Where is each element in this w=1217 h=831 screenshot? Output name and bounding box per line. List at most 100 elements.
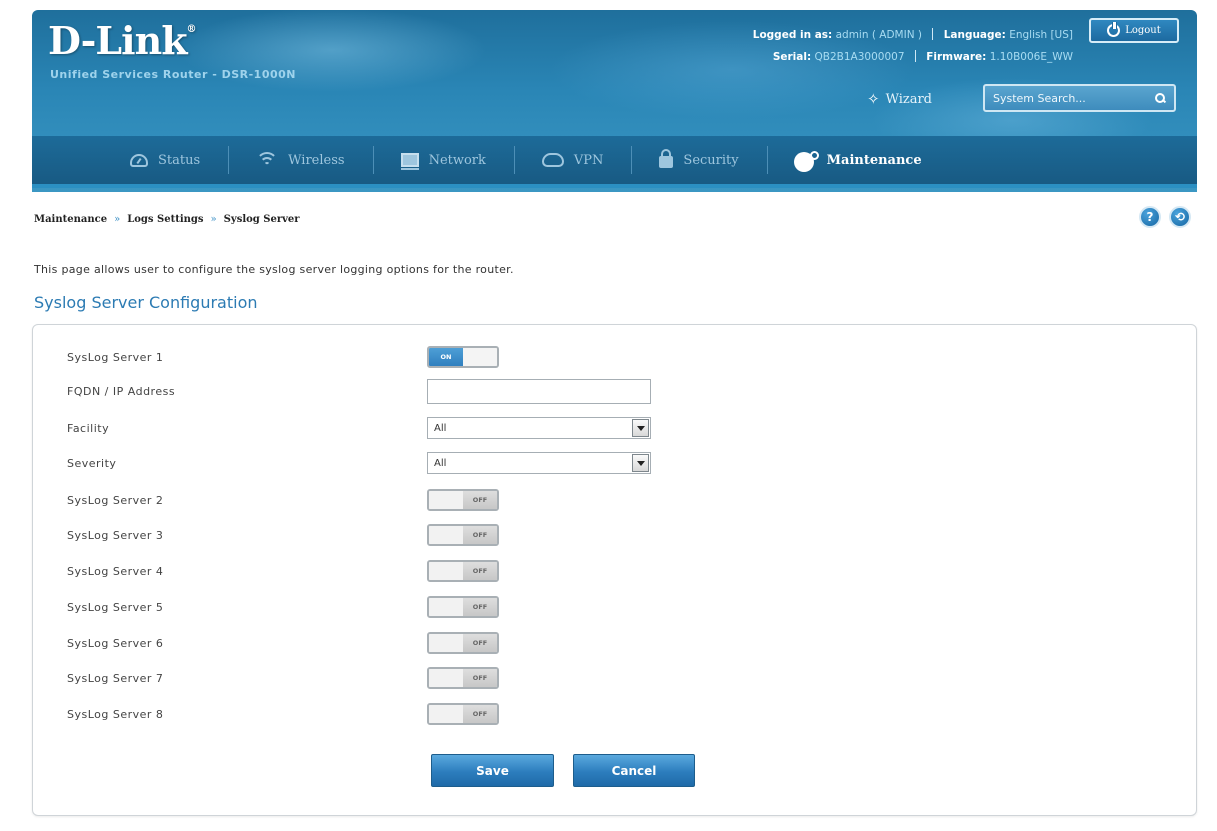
breadcrumb-arrow-icon: » — [210, 214, 217, 225]
serial-label: Serial: — [772, 51, 812, 63]
field-label: Severity — [67, 456, 117, 470]
firmware-label: Firmware: — [926, 51, 987, 63]
nav-wireless[interactable]: Wireless — [228, 134, 372, 186]
language-label: Language: — [943, 29, 1006, 41]
form-row-server8: SysLog Server 8 OFF — [67, 703, 499, 725]
breadcrumb-current: Syslog Server — [223, 214, 300, 225]
nav-network[interactable]: Network — [372, 134, 514, 186]
nav-status[interactable]: Status — [102, 134, 228, 186]
field-label: SysLog Server 4 — [67, 564, 164, 578]
config-panel: SysLog Server 1 ON FQDN / IP Address Fac… — [32, 324, 1197, 816]
toggle-on-part — [429, 705, 463, 723]
breadcrumb-item[interactable]: Maintenance — [34, 214, 107, 225]
search-input[interactable] — [993, 91, 1155, 105]
nav-maintenance[interactable]: Maintenance — [766, 134, 950, 186]
field-label: SysLog Server 6 — [67, 636, 164, 650]
form-row-severity: Severity All — [67, 452, 651, 474]
form-row-fqdn: FQDN / IP Address — [67, 378, 651, 404]
server5-toggle[interactable]: OFF — [427, 596, 499, 618]
field-label: SysLog Server 5 — [67, 600, 164, 614]
select-value: All — [434, 457, 447, 469]
breadcrumb-item[interactable]: Logs Settings — [127, 214, 203, 225]
network-icon — [400, 153, 419, 170]
refresh-icon[interactable]: ⟲ — [1169, 206, 1191, 228]
dlink-logo: D-Link® — [48, 18, 197, 63]
toggle-state: OFF — [463, 669, 497, 687]
nav-label: Status — [158, 152, 201, 168]
search-icon[interactable] — [1155, 92, 1166, 104]
nav-vpn[interactable]: VPN — [513, 134, 632, 186]
toggle-on-part — [429, 562, 463, 580]
form-row-server2: SysLog Server 2 OFF — [67, 489, 499, 511]
server8-toggle[interactable]: OFF — [427, 703, 499, 725]
severity-select[interactable]: All — [427, 452, 651, 474]
field-label: SysLog Server 3 — [67, 528, 164, 542]
form-row-server5: SysLog Server 5 OFF — [67, 596, 499, 618]
language-value[interactable]: English [US] — [1009, 29, 1073, 41]
select-value: All — [434, 422, 447, 434]
nav-label: Wireless — [288, 152, 345, 168]
main-nav: Status Wireless Network VPN Security Mai… — [32, 136, 1197, 188]
status-icon — [130, 153, 148, 167]
logout-label: Logout — [1125, 25, 1161, 36]
product-name: Unified Services Router - DSR-1000N — [50, 68, 296, 81]
toggle-state: ON — [429, 348, 463, 366]
field-label: SysLog Server 8 — [67, 707, 164, 721]
server1-toggle[interactable]: ON — [427, 346, 499, 368]
nav-label: Security — [683, 152, 739, 168]
chevron-down-icon[interactable] — [632, 454, 649, 472]
field-label: SysLog Server 7 — [67, 671, 164, 685]
server3-toggle[interactable]: OFF — [427, 524, 499, 546]
logout-button[interactable]: Logout — [1089, 18, 1179, 43]
toggle-on-part — [429, 634, 463, 652]
toggle-state: OFF — [463, 634, 497, 652]
power-icon — [1107, 22, 1121, 37]
toggle-state: OFF — [463, 705, 497, 723]
wireless-icon — [256, 152, 279, 168]
nav-label: VPN — [573, 152, 604, 168]
help-icon[interactable]: ? — [1139, 206, 1161, 228]
wizard-label: Wizard — [885, 91, 933, 107]
logged-in-label: Logged in as: — [752, 29, 833, 41]
form-row-server1: SysLog Server 1 ON — [67, 346, 499, 368]
serial-value: QB2B1A3000007 — [814, 51, 905, 63]
logged-in-user: admin ( ADMIN ) — [835, 29, 922, 41]
divider — [914, 50, 916, 62]
server7-toggle[interactable]: OFF — [427, 667, 499, 689]
form-row-facility: Facility All — [67, 417, 651, 439]
breadcrumb: Maintenance » Logs Settings » Syslog Server — [34, 214, 300, 225]
field-label: Facility — [67, 421, 110, 435]
nav-label: Network — [428, 152, 486, 168]
server4-toggle[interactable]: OFF — [427, 560, 499, 582]
facility-select[interactable]: All — [427, 417, 651, 439]
fqdn-input[interactable] — [427, 378, 651, 404]
cancel-button[interactable]: Cancel — [573, 754, 695, 787]
toggle-state: OFF — [463, 562, 497, 580]
gear-icon — [794, 151, 819, 171]
field-label: SysLog Server 2 — [67, 493, 164, 507]
toggle-off-part — [463, 348, 497, 366]
nav-security[interactable]: Security — [631, 134, 766, 186]
vpn-icon — [541, 153, 564, 167]
breadcrumb-arrow-icon: » — [114, 214, 121, 225]
field-label: FQDN / IP Address — [67, 384, 176, 398]
page-description: This page allows user to configure the s… — [34, 263, 514, 276]
toggle-state: OFF — [463, 491, 497, 509]
firmware-value: 1.10B006E_WW — [989, 51, 1073, 63]
help-buttons: ? ⟲ — [1139, 206, 1191, 228]
form-row-server3: SysLog Server 3 OFF — [67, 524, 499, 546]
system-search[interactable] — [983, 84, 1176, 112]
toggle-state: OFF — [463, 598, 497, 616]
session-info: Logged in as: admin ( ADMIN ) Language: … — [753, 24, 1073, 68]
save-button[interactable]: Save — [431, 754, 554, 787]
server6-toggle[interactable]: OFF — [427, 632, 499, 654]
chevron-down-icon[interactable] — [632, 419, 649, 437]
field-label: SysLog Server 1 — [67, 350, 164, 364]
toggle-on-part — [429, 669, 463, 687]
wizard-link[interactable]: ✧ Wizard — [867, 90, 932, 108]
divider — [932, 28, 934, 40]
form-row-server4: SysLog Server 4 OFF — [67, 560, 499, 582]
server2-toggle[interactable]: OFF — [427, 489, 499, 511]
form-row-server7: SysLog Server 7 OFF — [67, 667, 499, 689]
toggle-on-part — [429, 598, 463, 616]
